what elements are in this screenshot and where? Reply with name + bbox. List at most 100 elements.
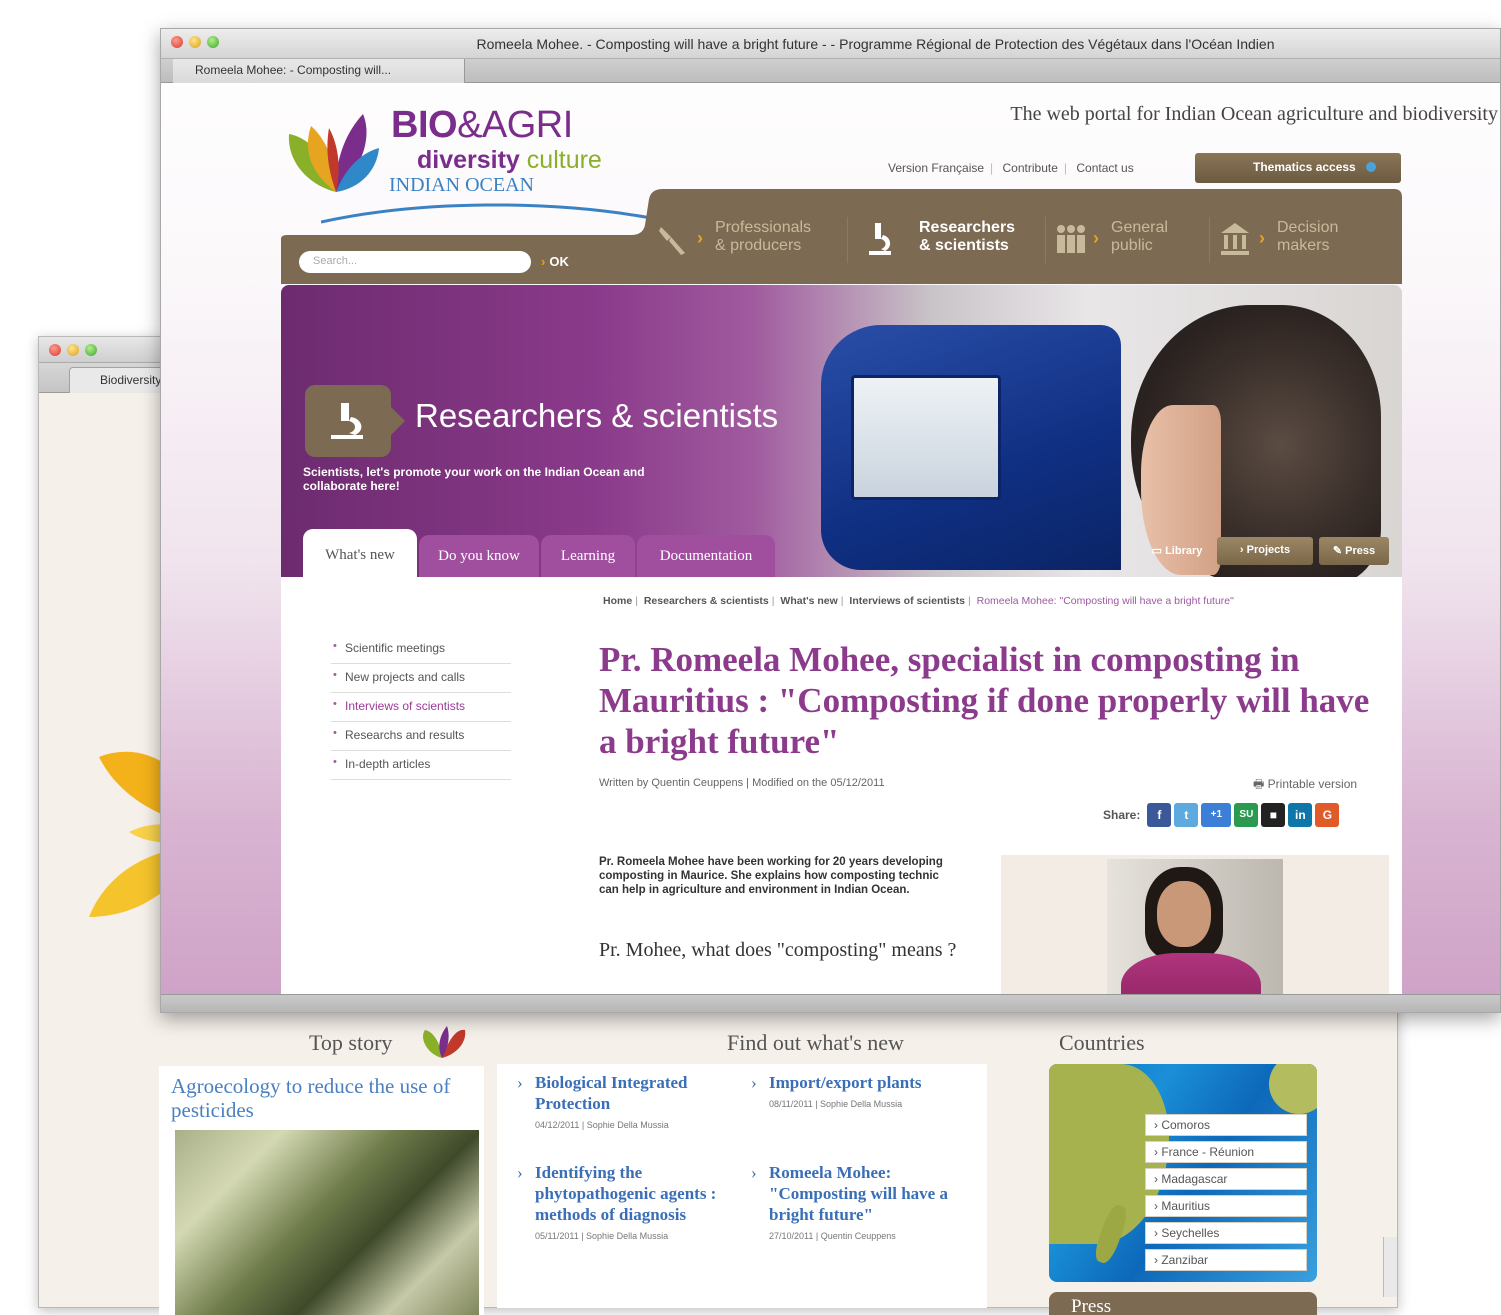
front-window-titlebar: Romeela Mohee. - Composting will have a …: [161, 29, 1500, 59]
side-menu-in-depth-articles[interactable]: In-depth articles: [331, 751, 511, 780]
butterfly-logo-icon: [288, 114, 379, 192]
news-title[interactable]: Identifying the phytopathogenic agents :…: [513, 1162, 743, 1225]
contribute-link[interactable]: Contribute: [1003, 161, 1058, 175]
find-out-section: Find out what's new Biological Integrate…: [497, 1024, 987, 1308]
close-window-button[interactable]: [49, 344, 61, 356]
news-meta: 05/11/2011 | Sophie Della Mussia: [535, 1231, 669, 1241]
share-label: Share:: [1103, 808, 1141, 822]
news-meta: 04/12/2011 | Sophie Della Mussia: [535, 1120, 669, 1130]
share-bar: Share: f t +1 SU ■ in G: [1103, 803, 1340, 827]
news-list: Biological Integrated Protection 04/12/2…: [497, 1064, 987, 1308]
front-browser-window: Romeela Mohee. - Composting will have a …: [160, 28, 1501, 1013]
front-window-statusbar: [161, 994, 1500, 1012]
chevron-right-icon: ›: [1239, 544, 1247, 556]
zoom-window-button[interactable]: [85, 344, 97, 356]
country-link-seychelles[interactable]: › Seychelles: [1145, 1222, 1307, 1244]
breadcrumb-home[interactable]: Home: [603, 595, 632, 607]
breadcrumb-current: Romeela Mohee: "Composting will have a b…: [976, 595, 1234, 607]
news-item[interactable]: Romeela Mohee: "Composting will have a b…: [747, 1162, 977, 1241]
nav-general-public[interactable]: › General public: [1053, 219, 1213, 263]
top-story-title[interactable]: Agroecology to reduce the use of pestici…: [159, 1066, 484, 1122]
linkedin-icon[interactable]: in: [1288, 803, 1313, 827]
facebook-icon[interactable]: f: [1147, 803, 1172, 827]
stumbleupon-icon[interactable]: SU: [1234, 803, 1259, 827]
printer-icon: 🖶: [1253, 777, 1268, 791]
pen-icon: ✎: [1332, 545, 1346, 557]
orkut-icon[interactable]: G: [1315, 803, 1340, 827]
press-button[interactable]: ✎ Press: [1319, 537, 1389, 565]
section-tabs: What's new Do you know Learning Document…: [281, 525, 1402, 577]
article-title: Pr. Romeela Mohee, specialist in compost…: [599, 640, 1370, 761]
country-link-comoros[interactable]: › Comoros: [1145, 1114, 1307, 1136]
microscope-icon: [331, 403, 363, 439]
back-page-content: Top story Agroecology to reduce the use …: [159, 1012, 1317, 1315]
news-item[interactable]: Identifying the phytopathogenic agents :…: [513, 1162, 743, 1241]
find-out-heading: Find out what's new: [727, 1030, 904, 1055]
front-browser-tab[interactable]: Romeela Mohee: - Composting will...: [173, 59, 465, 83]
hero-subtitle: Scientists, let's promote your work on t…: [303, 465, 645, 493]
nav-label: Professionals & producers: [715, 219, 812, 254]
nav-divider: [847, 217, 848, 263]
side-menu-researchs-results[interactable]: Researchs and results: [331, 722, 511, 751]
country-link-reunion[interactable]: › France - Réunion: [1145, 1141, 1307, 1163]
top-story-card[interactable]: Agroecology to reduce the use of pestici…: [159, 1066, 484, 1315]
version-francaise-link[interactable]: Version Française: [888, 161, 984, 175]
government-building-icon: [1221, 223, 1249, 255]
news-title[interactable]: Import/export plants: [747, 1072, 977, 1093]
side-menu-scientific-meetings[interactable]: Scientific meetings: [331, 635, 511, 664]
breadcrumb-interviews[interactable]: Interviews of scientists: [849, 595, 965, 607]
nav-label: General public: [1111, 219, 1168, 254]
nav-professionals-producers[interactable]: › Professionals & producers: [657, 219, 847, 263]
microscope-icon: [869, 223, 891, 255]
article-byline: Written by Quentin Ceuppens | Modified o…: [599, 777, 885, 789]
breadcrumb-whats-new[interactable]: What's new: [780, 595, 837, 607]
utility-links: Version Française | Contribute | Contact u…: [888, 161, 1134, 175]
news-meta: 08/11/2011 | Sophie Della Mussia: [769, 1099, 903, 1109]
window-title: Romeela Mohee. - Composting will have a …: [476, 36, 1275, 52]
top-story-heading: Top story: [309, 1030, 393, 1055]
search-ok-button[interactable]: › OK: [541, 254, 569, 269]
nav-decision-makers[interactable]: › Decision makers: [1219, 219, 1389, 263]
side-menu-new-projects[interactable]: New projects and calls: [331, 664, 511, 693]
google-plus-icon[interactable]: +1: [1201, 803, 1232, 827]
book-icon: ▭: [1151, 545, 1166, 557]
twitter-icon[interactable]: t: [1174, 803, 1199, 827]
country-link-madagascar[interactable]: › Madagascar: [1145, 1168, 1307, 1190]
top-story-image[interactable]: [175, 1130, 479, 1315]
site-tagline: The web portal for Indian Ocean agricult…: [1010, 103, 1498, 125]
tab-do-you-know[interactable]: Do you know: [419, 535, 539, 577]
side-menu-interviews[interactable]: Interviews of scientists: [331, 693, 511, 722]
breadcrumb-researchers[interactable]: Researchers & scientists: [644, 595, 769, 607]
tab-learning[interactable]: Learning: [541, 535, 635, 577]
countries-section: Countries › Comoros › France - Réunion ›…: [1049, 1024, 1319, 1315]
news-title[interactable]: Romeela Mohee: "Composting will have a b…: [747, 1162, 977, 1225]
portrait-face: [1157, 881, 1211, 947]
library-button[interactable]: ▭ Library: [1141, 537, 1213, 565]
projects-button[interactable]: › Projects: [1217, 537, 1313, 565]
country-link-zanzibar[interactable]: › Zanzibar: [1145, 1249, 1307, 1271]
back-window-scrollbar[interactable]: [1383, 1237, 1397, 1297]
minimize-window-button[interactable]: [67, 344, 79, 356]
article-content-area: Home | Researchers & scientists | What's n…: [281, 577, 1402, 1012]
tab-documentation[interactable]: Documentation: [637, 535, 775, 577]
article-question-heading: Pr. Mohee, what does "composting" means …: [599, 939, 957, 961]
news-item[interactable]: Import/export plants 08/11/2011 | Sophie…: [747, 1072, 977, 1109]
tools-icon: [659, 227, 685, 255]
news-item[interactable]: Biological Integrated Protection 04/12/2…: [513, 1072, 723, 1130]
nav-divider: [1045, 217, 1046, 263]
nav-label: Decision makers: [1277, 219, 1339, 254]
tab-whats-new[interactable]: What's new: [303, 529, 417, 577]
nav-researchers-scientists[interactable]: Researchers & scientists: [863, 219, 1047, 263]
window-controls: [49, 344, 97, 356]
news-title[interactable]: Biological Integrated Protection: [513, 1072, 723, 1114]
press-section-header[interactable]: Press: [1049, 1292, 1317, 1315]
printable-version-link[interactable]: 🖶 Printable version: [1253, 775, 1357, 796]
butterfly-icon: [422, 1026, 466, 1058]
delicious-icon[interactable]: ■: [1261, 803, 1286, 827]
search-input[interactable]: Search...: [299, 251, 531, 273]
country-link-mauritius[interactable]: › Mauritius: [1145, 1195, 1307, 1217]
logo-bio-agri: BIO&AGRI: [391, 104, 573, 146]
contact-us-link[interactable]: Contact us: [1076, 161, 1133, 175]
thematics-access-button[interactable]: Thematics access: [1195, 153, 1401, 183]
map-land: [1269, 1064, 1317, 1114]
